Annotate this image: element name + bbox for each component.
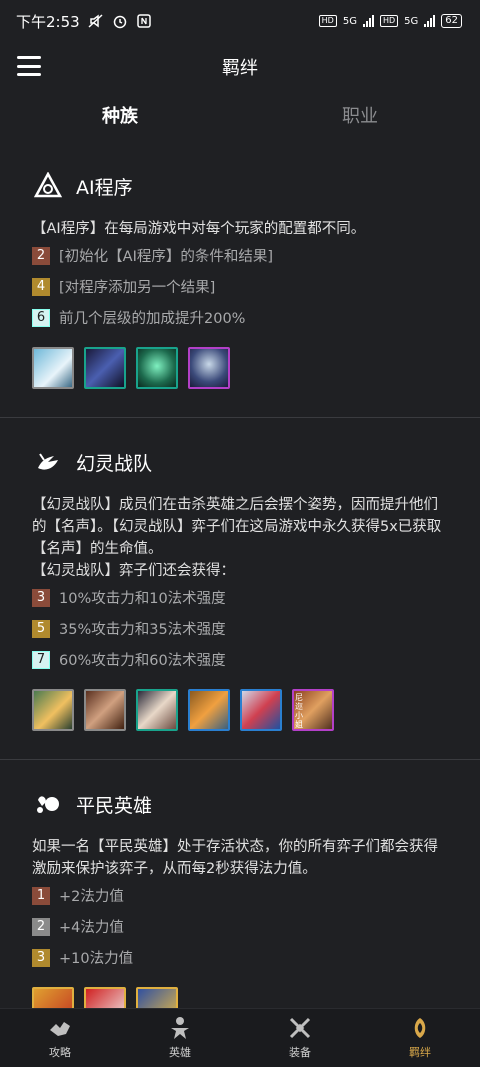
tier-badge: 2 (32, 917, 50, 936)
nav-label: 攻略 (49, 1046, 71, 1059)
trait-card-ai-program[interactable]: AI程序 【AI程序】在每局游戏中对每个玩家的配置都不同。 2 [初始化【AI程序… (0, 142, 480, 418)
trait-card-commoner-hero[interactable]: 平民英雄 如果一名【平民英雄】处于存活状态，你的所有弈子们都会获得激励来保护该弈… (0, 760, 480, 1009)
nav-traits[interactable]: 羁绊 (360, 1009, 480, 1067)
champion-portrait[interactable]: 尼迩小姐 (292, 689, 334, 731)
tier-text: +10法力值 (59, 951, 134, 967)
hero-icon (171, 1017, 189, 1039)
trait-title: 幻灵战队 (76, 452, 153, 475)
tier-text: [对程序添加另一个结果] (59, 280, 216, 296)
trait-title: 平民英雄 (76, 794, 153, 817)
strategy-icon (50, 1022, 70, 1036)
tier-text: 前几个层级的加成提升200% (59, 311, 246, 327)
champion-portrait[interactable] (240, 689, 282, 731)
champion-list (32, 347, 448, 389)
tier-badge: 3 (32, 948, 50, 967)
trait-description: 【AI程序】在每局游戏中对每个玩家的配置都不同。 (32, 221, 366, 237)
tab-bar: 种族 职业 (0, 92, 480, 142)
trait-description: 【幻灵战队】成员们在击杀英雄之后会摆个姿势，因而提升他们的【名声】。【幻灵战队】… (32, 497, 442, 557)
traits-icon (414, 1018, 426, 1038)
battery-icon: 62 (441, 14, 462, 28)
menu-icon[interactable] (17, 56, 41, 76)
tier-text: +4法力值 (59, 920, 124, 936)
champion-portrait[interactable] (32, 347, 74, 389)
bottom-nav: 攻略 英雄 装备 羁绊 (0, 1008, 480, 1067)
nav-strategy[interactable]: 攻略 (0, 1009, 120, 1067)
champion-portrait[interactable] (188, 347, 230, 389)
nav-label: 英雄 (169, 1046, 191, 1059)
tier-badge: 2 (32, 246, 50, 265)
tier-badge: 1 (32, 886, 50, 905)
hd-badge-2: HD (379, 15, 399, 27)
page-title: 羁绊 (222, 58, 258, 79)
tier-text: [初始化【AI程序】的条件和结果] (59, 249, 274, 265)
champion-portrait[interactable] (84, 987, 126, 1009)
trait-list[interactable]: AI程序 【AI程序】在每局游戏中对每个玩家的配置都不同。 2 [初始化【AI程序… (0, 142, 480, 1009)
signal-icon-2 (424, 15, 436, 27)
status-time: 下午2:53 (16, 12, 80, 31)
tier-row: 5 35%攻击力和35法术强度 (32, 613, 448, 644)
tier-row: 2 [初始化【AI程序】的条件和结果] (32, 240, 448, 271)
tab-race[interactable]: 种族 (0, 92, 240, 142)
champion-portrait[interactable] (84, 347, 126, 389)
champion-portrait[interactable] (188, 689, 230, 731)
trait-description-extra: 【幻灵战队】弈子们还会获得： (32, 563, 235, 579)
nav-equipment[interactable]: 装备 (240, 1009, 360, 1067)
tier-row: 6 前几个层级的加成提升200% (32, 302, 448, 333)
champion-portrait[interactable] (32, 987, 74, 1009)
tier-text: +2法力值 (59, 889, 124, 905)
status-bar: 下午2:53 HD 5G HD 5G 62 (0, 0, 480, 42)
mute-icon (88, 14, 103, 28)
ai-program-icon (32, 170, 64, 202)
nav-label: 装备 (289, 1046, 311, 1059)
champion-label: 尼迩小姐 (295, 693, 303, 729)
champion-portrait[interactable] (136, 987, 178, 1009)
champion-list: 尼迩小姐 (32, 689, 448, 731)
app-bar: 羁绊 (0, 42, 480, 92)
signal-icon (362, 15, 374, 27)
champion-portrait[interactable] (136, 689, 178, 731)
tier-badge: 5 (32, 619, 50, 638)
tier-badge: 4 (32, 277, 50, 296)
trait-title: AI程序 (76, 176, 133, 199)
tier-badge: 6 (32, 308, 50, 327)
champion-list (32, 987, 448, 1009)
trait-description: 如果一名【平民英雄】处于存活状态，你的所有弈子们都会获得激励来保护该弈子，从而每… (32, 839, 438, 877)
hero-flex-icon (32, 788, 64, 820)
tier-row: 4 [对程序添加另一个结果] (32, 271, 448, 302)
nfc-icon (136, 14, 151, 28)
tier-row: 1 +2法力值 (32, 880, 448, 911)
tier-badge: 3 (32, 588, 50, 607)
alarm-icon (113, 15, 126, 29)
tier-text: 35%攻击力和35法术强度 (59, 622, 226, 638)
phantom-squad-icon (32, 446, 64, 478)
trait-card-star-guardian[interactable]: 幻灵战队 【幻灵战队】成员们在击杀英雄之后会摆个姿势，因而提升他们的【名声】。【… (0, 418, 480, 760)
tier-text: 10%攻击力和10法术强度 (59, 591, 226, 607)
champion-portrait[interactable] (84, 689, 126, 731)
tier-row: 7 60%攻击力和60法术强度 (32, 644, 448, 675)
champion-portrait[interactable] (32, 689, 74, 731)
champion-portrait[interactable] (136, 347, 178, 389)
equipment-icon (289, 1017, 311, 1039)
tier-text: 60%攻击力和60法术强度 (59, 653, 226, 669)
network-label-2: 5G (404, 15, 419, 27)
tier-row: 3 +10法力值 (32, 942, 448, 973)
hd-badge: HD (318, 15, 337, 27)
tier-row: 3 10%攻击力和10法术强度 (32, 582, 448, 613)
nav-hero[interactable]: 英雄 (120, 1009, 240, 1067)
tier-row: 2 +4法力值 (32, 911, 448, 942)
network-label-1: 5G (342, 15, 357, 27)
tier-badge: 7 (32, 650, 50, 669)
nav-label: 羁绊 (409, 1046, 431, 1059)
tab-class[interactable]: 职业 (240, 92, 480, 142)
